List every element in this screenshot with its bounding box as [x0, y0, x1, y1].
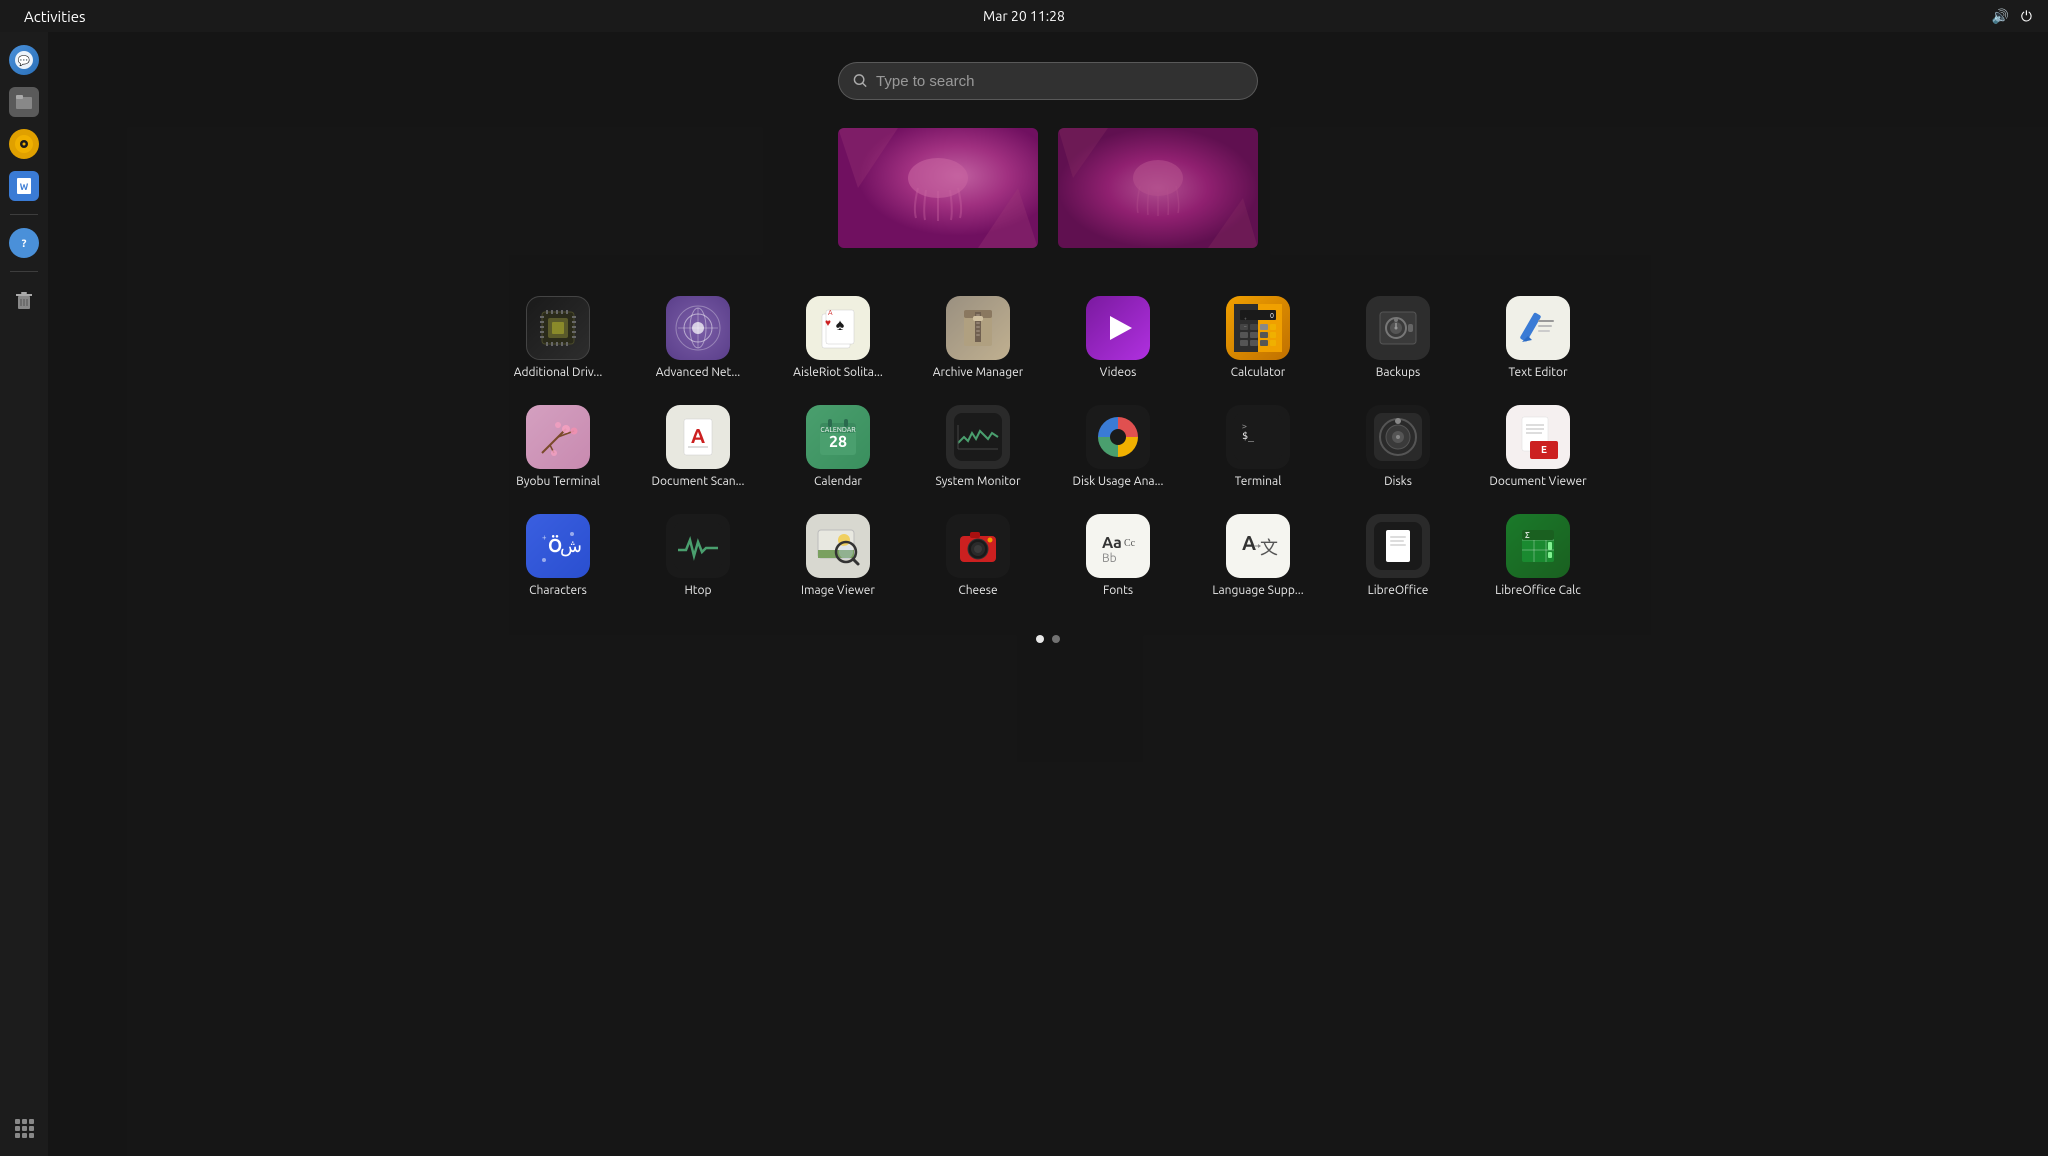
svg-text:?: ?	[22, 238, 27, 250]
svg-text:Aa: Aa	[1102, 534, 1122, 552]
app-item-disk-usage[interactable]: Disk Usage Ana...	[1058, 397, 1178, 496]
app-label: Terminal	[1235, 475, 1282, 488]
svg-text:A: A	[691, 424, 705, 447]
sidebar-item-writer[interactable]: W	[6, 168, 42, 204]
app-label: Backups	[1376, 366, 1421, 379]
app-label: Byobu Terminal	[516, 475, 600, 488]
svg-text:28: 28	[829, 433, 847, 451]
svg-text:+: +	[542, 533, 547, 542]
app-item-videos[interactable]: Videos	[1058, 288, 1178, 387]
page-dot-2[interactable]	[1052, 635, 1060, 643]
svg-text:0: 0	[1270, 312, 1274, 320]
app-item-calendar[interactable]: CALENDAR 28 Calendar	[778, 397, 898, 496]
sidebar-divider	[10, 214, 38, 215]
app-item-system-monitor[interactable]: System Monitor	[918, 397, 1038, 496]
svg-text:>: >	[1242, 422, 1247, 431]
app-label: Characters	[529, 584, 587, 597]
app-item-libreoffice-calc[interactable]: Σ LibreOffice Calc	[1478, 506, 1598, 605]
app-label: Additional Driv...	[514, 366, 603, 379]
topbar-datetime: Mar 20 11:28	[983, 8, 1065, 24]
app-label: Language Supp...	[1212, 584, 1303, 597]
svg-text:Σ: Σ	[1525, 531, 1530, 540]
svg-text:A: A	[1242, 531, 1256, 554]
svg-text:♠: ♠	[836, 316, 845, 334]
app-item-aisleriot[interactable]: ♠ ♥ A AisleRiot Solita...	[778, 288, 898, 387]
topbar: Activities Mar 20 11:28 ⏻	[0, 0, 2048, 32]
wallpaper-section	[838, 128, 1258, 248]
svg-text:♥: ♥	[825, 317, 831, 328]
search-bar[interactable]	[838, 62, 1258, 100]
app-item-text-editor[interactable]: Text Editor	[1478, 288, 1598, 387]
svg-text:Bb: Bb	[1102, 552, 1117, 565]
app-item-document-viewer[interactable]: E Document Viewer	[1478, 397, 1598, 496]
app-item-characters[interactable]: Ö ش + Characters	[498, 506, 618, 605]
app-grid: Additional Driv... Advanced Net...	[478, 288, 1618, 605]
app-label: Fonts	[1103, 584, 1133, 597]
svg-text:+: +	[1244, 315, 1247, 321]
app-label: Calculator	[1231, 366, 1286, 379]
sidebar-item-rhythmbox[interactable]	[6, 126, 42, 162]
app-item-byobu[interactable]: Byobu Terminal	[498, 397, 618, 496]
app-item-language-support[interactable]: A 文 Language Supp...	[1198, 506, 1318, 605]
app-label: Document Scan...	[652, 475, 745, 488]
app-item-image-viewer[interactable]: Image Viewer	[778, 506, 898, 605]
svg-text:Cc: Cc	[1124, 538, 1136, 549]
app-item-cheese[interactable]: Cheese	[918, 506, 1038, 605]
app-label: System Monitor	[935, 475, 1020, 488]
search-input[interactable]	[876, 73, 1243, 90]
app-label: Advanced Net...	[656, 366, 741, 379]
app-label: Archive Manager	[933, 366, 1024, 379]
app-item-calculator[interactable]: 0 + –	[1198, 288, 1318, 387]
app-label: Text Editor	[1508, 366, 1567, 379]
sidebar-item-help[interactable]: ?	[6, 225, 42, 261]
power-icon[interactable]: ⏻	[2021, 8, 2032, 25]
app-label: AisleRiot Solita...	[793, 366, 883, 379]
wallpaper-thumb-2[interactable]	[1058, 128, 1258, 248]
app-label: Disk Usage Ana...	[1073, 475, 1164, 488]
svg-text:E: E	[1541, 444, 1547, 455]
app-item-additional-drivers[interactable]: Additional Driv...	[498, 288, 618, 387]
svg-text:💬: 💬	[18, 54, 31, 67]
app-item-disks[interactable]: Disks	[1338, 397, 1458, 496]
wallpaper-thumb-1[interactable]	[838, 128, 1038, 248]
sidebar-divider-2	[10, 271, 38, 272]
sidebar-item-messaging[interactable]: 💬	[6, 42, 42, 78]
main-content: Additional Driv... Advanced Net...	[48, 32, 2048, 1156]
volume-icon[interactable]	[1991, 8, 2008, 25]
app-label: Videos	[1100, 366, 1137, 379]
svg-text:A: A	[828, 309, 833, 317]
activities-button[interactable]: Activities	[16, 6, 94, 27]
app-item-htop[interactable]: Htop	[638, 506, 758, 605]
topbar-right: ⏻	[1991, 8, 2032, 25]
app-label: Image Viewer	[801, 584, 875, 597]
page-dot-1[interactable]	[1036, 635, 1044, 643]
sidebar: 💬 W ?	[0, 32, 48, 1156]
app-label: Disks	[1384, 475, 1412, 488]
app-label: Document Viewer	[1489, 475, 1586, 488]
app-item-document-scanner[interactable]: A Document Scan...	[638, 397, 758, 496]
app-label: Htop	[684, 584, 711, 597]
search-icon	[853, 73, 868, 89]
svg-text:$_: $_	[1242, 431, 1255, 442]
app-item-terminal[interactable]: $_ > Terminal	[1198, 397, 1318, 496]
app-item-fonts[interactable]: Aa Bb Cc Fonts	[1058, 506, 1178, 605]
sidebar-item-appgrid[interactable]	[6, 1110, 42, 1146]
app-label: LibreOffice Calc	[1495, 584, 1581, 597]
svg-text:文: 文	[1260, 538, 1278, 558]
svg-text:ش: ش	[560, 536, 582, 557]
sidebar-item-files[interactable]	[6, 84, 42, 120]
app-label: Calendar	[814, 475, 862, 488]
app-item-archive-manager[interactable]: Archive Manager	[918, 288, 1038, 387]
app-label: LibreOffice	[1368, 584, 1429, 597]
svg-text:W: W	[20, 182, 29, 192]
app-item-backups[interactable]: Backups	[1338, 288, 1458, 387]
app-label: Cheese	[958, 584, 997, 597]
app-item-libreoffice[interactable]: LibreOffice	[1338, 506, 1458, 605]
sidebar-item-trash[interactable]	[6, 282, 42, 318]
svg-text:–: –	[1243, 323, 1247, 329]
page-dots	[1036, 635, 1060, 643]
search-container	[838, 62, 1258, 100]
app-item-advanced-network[interactable]: Advanced Net...	[638, 288, 758, 387]
